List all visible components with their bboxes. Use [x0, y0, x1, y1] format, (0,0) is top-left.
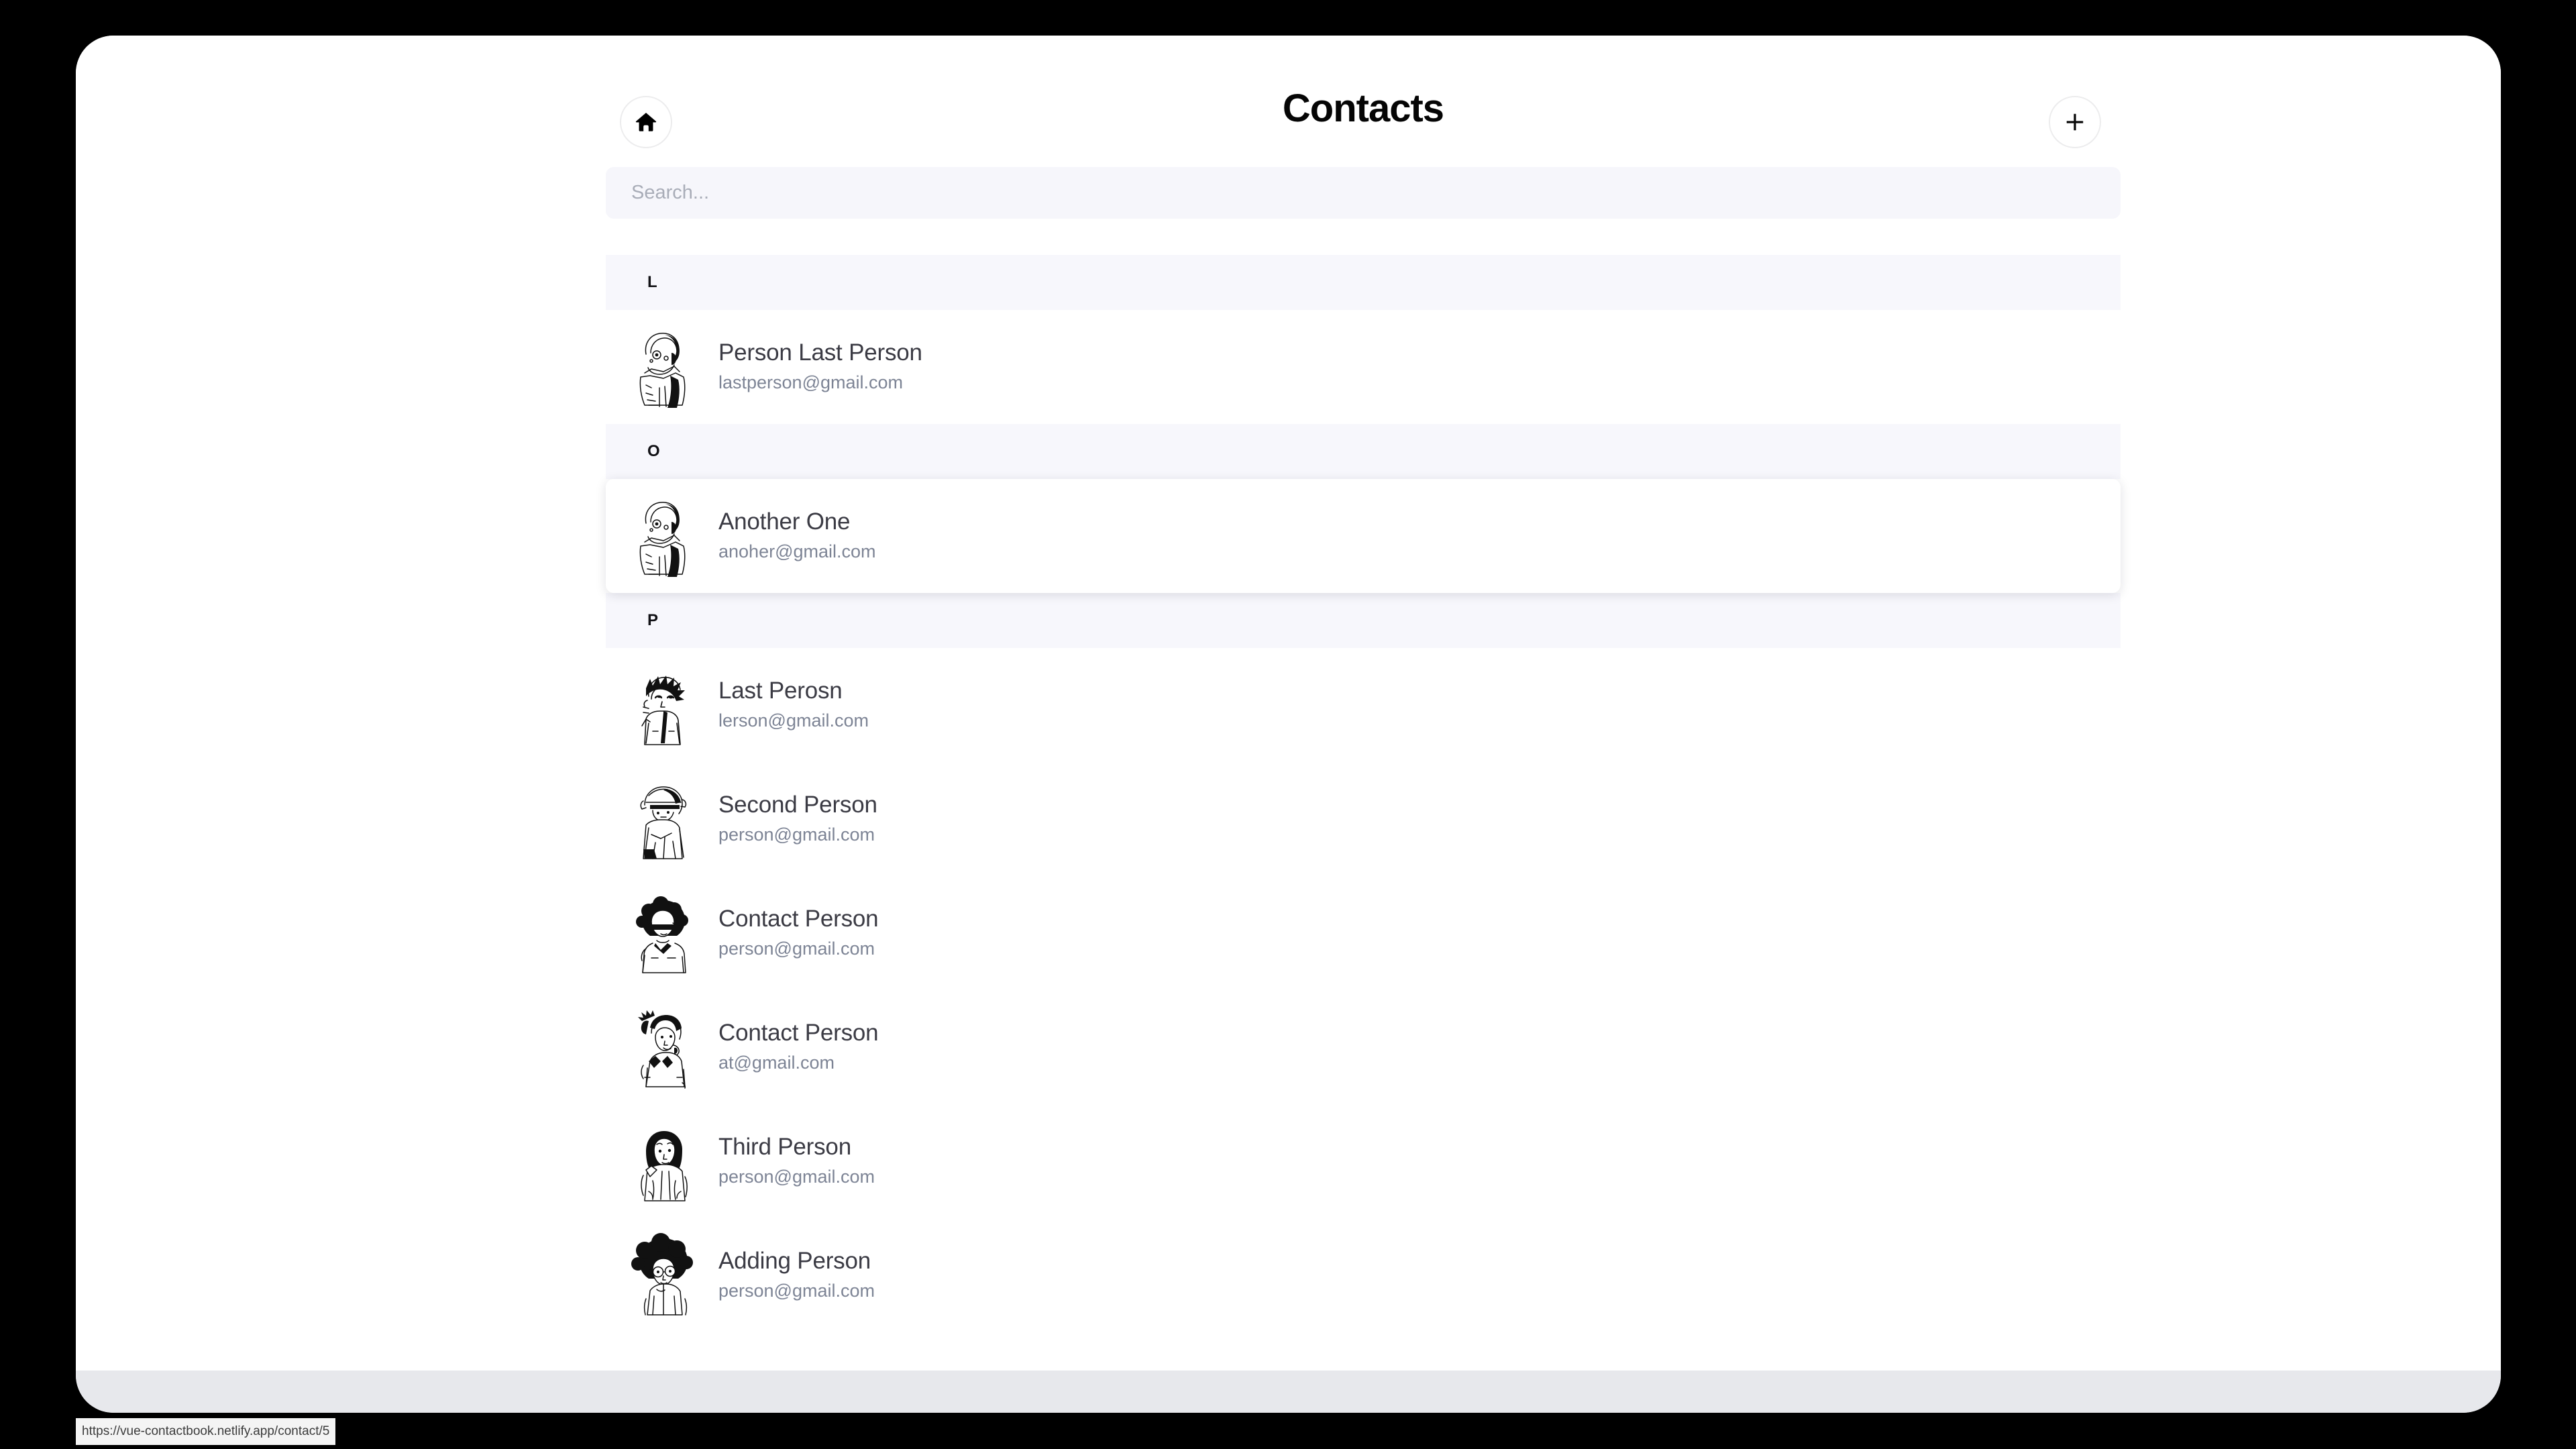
contact-row[interactable]: Last Perosn lerson@gmail.com: [606, 648, 2121, 762]
plus-icon: [2063, 111, 2086, 133]
contact-text: Second Person person@gmail.com: [718, 791, 877, 847]
add-contact-button[interactable]: [2049, 96, 2101, 148]
avatar-helmet-icon: [626, 775, 701, 863]
contact-name: Contact Person: [718, 1020, 879, 1046]
horizontal-scrollbar[interactable]: [76, 1371, 2501, 1413]
status-bar-url: https://vue-contactbook.netlify.app/cont…: [76, 1418, 336, 1445]
contact-name: Contact Person: [718, 906, 879, 932]
contact-text: Adding Person person@gmail.com: [718, 1247, 875, 1303]
search-field-wrapper: [606, 167, 2121, 219]
contact-email: person@gmail.com: [718, 824, 875, 845]
avatar-bob-hair-icon: [626, 1118, 701, 1205]
contact-row[interactable]: Contact Person at@gmail.com: [606, 990, 2121, 1104]
app-header: Contacts: [76, 36, 2501, 148]
section-header-o: O: [606, 424, 2121, 479]
contact-text: Contact Person person@gmail.com: [718, 905, 879, 961]
contact-email: at@gmail.com: [718, 1053, 835, 1073]
contact-row[interactable]: Third Person person@gmail.com: [606, 1104, 2121, 1218]
avatar-astronaut-icon: [626, 323, 701, 411]
contact-list: L Person Last Person lastperson@gmail.com…: [606, 255, 2121, 1332]
section-header-p: P: [606, 593, 2121, 648]
contact-email: person@gmail.com: [718, 1167, 875, 1187]
contact-email: anoher@gmail.com: [718, 541, 876, 562]
browser-viewport: Contacts L: [76, 36, 2501, 1413]
contacts-app: Contacts L: [76, 36, 2501, 1371]
avatar-afro-sunglasses-icon: [626, 890, 701, 977]
avatar-spiky-hair-icon: [626, 661, 701, 749]
contact-name: Last Perosn: [718, 678, 843, 704]
contact-row[interactable]: Person Last Person lastperson@gmail.com: [606, 310, 2121, 424]
contact-email: lastperson@gmail.com: [718, 372, 904, 393]
contact-text: Contact Person at@gmail.com: [718, 1019, 879, 1075]
search-input[interactable]: [606, 167, 2121, 219]
contact-row[interactable]: Contact Person person@gmail.com: [606, 876, 2121, 990]
avatar-afro-glasses-icon: [626, 1232, 701, 1319]
contact-name: Adding Person: [718, 1248, 871, 1275]
contact-text: Third Person person@gmail.com: [718, 1133, 875, 1189]
contact-name: Second Person: [718, 792, 877, 818]
contact-row[interactable]: Another One anoher@gmail.com: [606, 479, 2121, 593]
contact-email: lerson@gmail.com: [718, 710, 869, 731]
contact-name: Another One: [718, 508, 851, 535]
contact-name: Person Last Person: [718, 339, 922, 366]
contact-text: Person Last Person lastperson@gmail.com: [718, 339, 922, 395]
contact-email: person@gmail.com: [718, 938, 875, 959]
contact-row[interactable]: Adding Person person@gmail.com: [606, 1218, 2121, 1332]
avatar-ponytail-icon: [626, 1004, 701, 1091]
contact-text: Last Perosn lerson@gmail.com: [718, 677, 869, 733]
section-header-l: L: [606, 255, 2121, 310]
contact-row[interactable]: Second Person person@gmail.com: [606, 762, 2121, 876]
page-title: Contacts: [1282, 87, 1444, 130]
avatar-astronaut-icon: [626, 492, 701, 580]
contact-name: Third Person: [718, 1134, 851, 1161]
contact-email: person@gmail.com: [718, 1281, 875, 1301]
contact-text: Another One anoher@gmail.com: [718, 508, 876, 564]
